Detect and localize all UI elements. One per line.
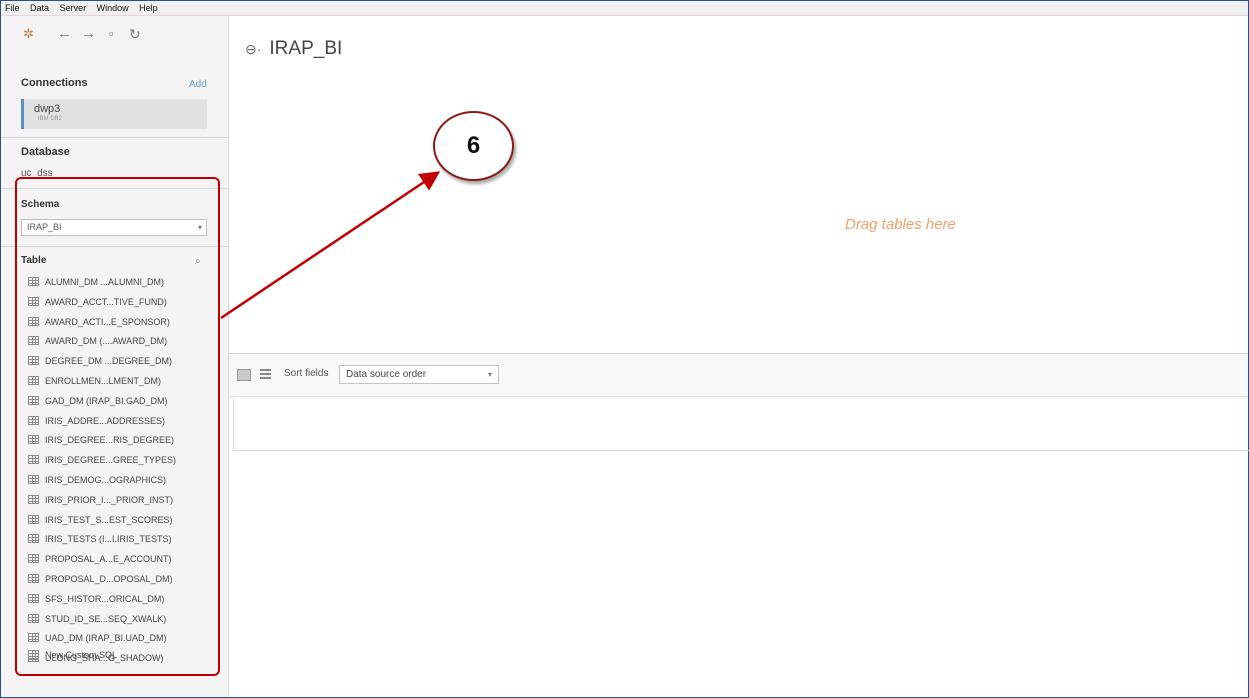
- annotation-arrow-line: [220, 171, 441, 320]
- step-callout: 6: [433, 111, 514, 181]
- step-number: 6: [466, 132, 481, 159]
- annotation-arrow: [220, 171, 441, 320]
